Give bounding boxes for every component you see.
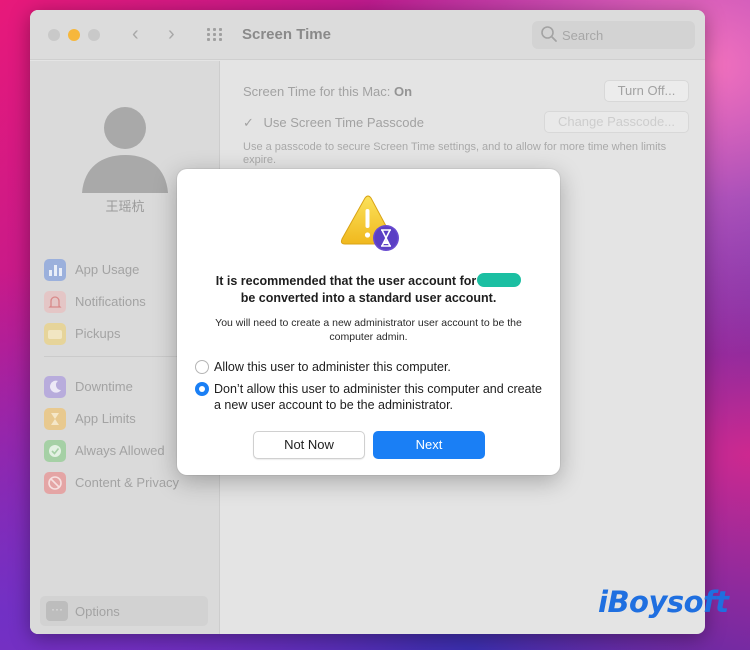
minimize-window-button[interactable]	[68, 29, 80, 41]
not-now-button[interactable]: Not Now	[253, 431, 365, 459]
show-all-grid-icon[interactable]	[207, 28, 223, 42]
dialog-subtext: You will need to create a new administra…	[215, 317, 522, 343]
search-input[interactable]	[562, 25, 687, 45]
passcode-description: Use a passcode to secure Screen Time set…	[243, 141, 667, 166]
screen-time-status-value: On	[394, 84, 413, 99]
use-passcode-checkbox[interactable]: ✓ Use Screen Time Passcode	[243, 115, 424, 131]
forward-chevron-icon[interactable]: ›	[168, 24, 175, 44]
radio-button-allow-admin[interactable]	[195, 360, 209, 374]
pickup-icon	[44, 323, 66, 345]
checkmark-icon	[44, 440, 66, 462]
use-passcode-label: Use Screen Time Passcode	[263, 115, 424, 130]
change-passcode-button[interactable]: Change Passcode...	[544, 111, 689, 133]
options-button[interactable]: ··· Options	[40, 596, 208, 626]
bell-icon	[44, 291, 66, 313]
more-icon: ···	[46, 601, 68, 621]
radio-button-disallow-admin[interactable]	[195, 382, 209, 396]
search-icon	[541, 26, 557, 42]
checkmark-icon: ✓	[243, 115, 254, 130]
close-window-button[interactable]	[48, 29, 60, 41]
window-titlebar: ‹ › Screen Time	[30, 10, 705, 60]
dialog-heading: It is recommended that the user account …	[197, 273, 540, 307]
back-chevron-icon[interactable]: ‹	[132, 24, 139, 44]
window-title: Screen Time	[242, 26, 331, 43]
hourglass-icon	[44, 408, 66, 430]
convert-account-dialog: It is recommended that the user account …	[177, 169, 560, 475]
warning-hourglass-icon	[340, 195, 399, 251]
zoom-window-button[interactable]	[88, 29, 100, 41]
bar-chart-icon	[44, 259, 66, 281]
search-field[interactable]	[532, 21, 695, 49]
turn-off-button[interactable]: Turn Off...	[604, 80, 689, 102]
iboysoft-watermark-logo: iBoysoft	[598, 585, 729, 619]
next-button[interactable]: Next	[373, 431, 485, 459]
screen-time-status: Screen Time for this Mac: On	[243, 84, 413, 99]
no-entry-icon	[44, 472, 66, 494]
redacted-account-name	[477, 273, 522, 287]
user-avatar[interactable]	[80, 97, 170, 197]
moon-icon	[44, 376, 66, 398]
